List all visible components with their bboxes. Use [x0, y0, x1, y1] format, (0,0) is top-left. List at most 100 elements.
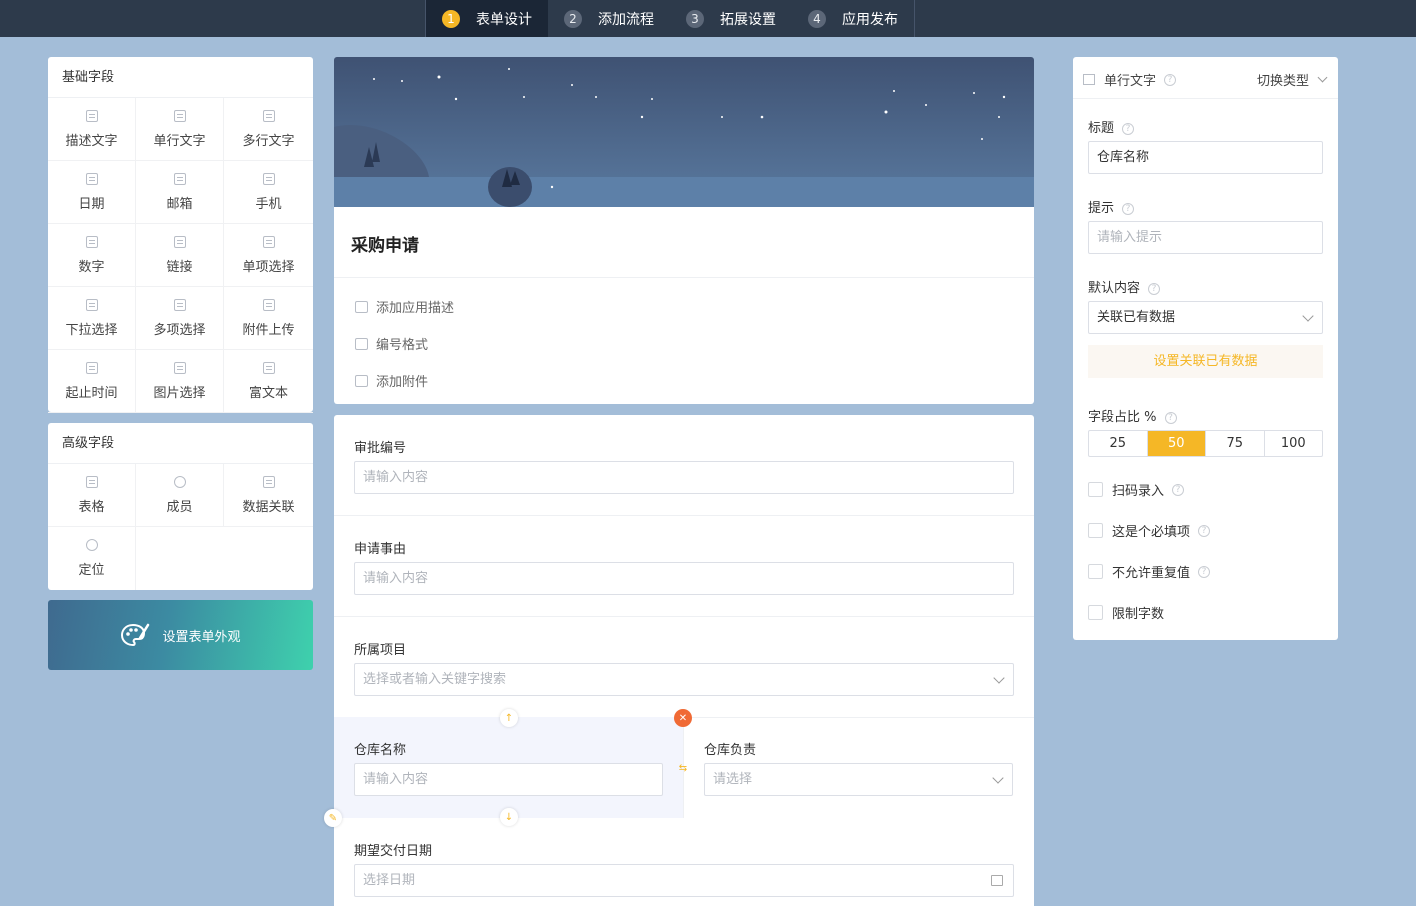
help-icon[interactable]: ?	[1164, 73, 1177, 86]
field-location[interactable]: 定位	[48, 527, 136, 590]
help-icon[interactable]: ?	[1172, 483, 1185, 496]
property-panel: 单行文字 ? 切换类型 标题? 仓库名称 提示? 请输入提示 默认内容? 关联已…	[1073, 57, 1338, 640]
no-duplicate-checkbox[interactable]: 不允许重复值?	[1088, 562, 1211, 581]
step-nav: 1 表单设计 2 添加流程 3 拓展设置 4 应用发布	[425, 0, 915, 37]
field-link[interactable]: 链接	[136, 224, 224, 287]
add-description-link[interactable]: 添加应用描述	[355, 297, 454, 316]
field-phone[interactable]: 手机	[224, 161, 313, 224]
chevron-down-icon	[1302, 310, 1314, 322]
required-checkbox[interactable]: 这是个必填项?	[1088, 521, 1211, 540]
ratio-option[interactable]: 75	[1206, 431, 1265, 456]
property-header: 单行文字 ? 切换类型	[1073, 57, 1338, 99]
field-date[interactable]: 日期	[48, 161, 136, 224]
field-member[interactable]: 成员	[136, 464, 224, 527]
field-multi-choice[interactable]: 多项选择	[136, 287, 224, 350]
checkbox-label: 不允许重复值	[1112, 566, 1191, 581]
field-type-label: 单行文字	[1104, 74, 1157, 89]
form-field-project[interactable]: 所属项目 选择或者输入关键字搜索	[334, 617, 1034, 718]
link-icon	[173, 235, 186, 248]
phone-icon	[262, 172, 275, 185]
step-form-design[interactable]: 1 表单设计	[426, 0, 548, 37]
calendar-icon	[991, 875, 1003, 886]
default-select[interactable]: 关联已有数据	[1088, 301, 1323, 334]
edit-icon[interactable]: ✎	[324, 809, 342, 827]
help-icon[interactable]: ?	[1164, 411, 1177, 424]
checkbox-label: 限制字数	[1112, 607, 1165, 622]
scan-input-checkbox[interactable]: 扫码录入?	[1088, 480, 1185, 499]
field-data-relation[interactable]: 数据关联	[224, 464, 313, 527]
form-title[interactable]: 采购申请	[351, 231, 419, 256]
hint-input[interactable]: 请输入提示	[1088, 221, 1323, 254]
checkbox-label: 这是个必填项	[1112, 525, 1191, 540]
number-format-link[interactable]: 编号格式	[355, 334, 428, 353]
field-date-range[interactable]: 起止时间	[48, 350, 136, 413]
help-icon[interactable]: ?	[1198, 565, 1211, 578]
step-number: 3	[686, 9, 704, 28]
field-image-select[interactable]: 图片选择	[136, 350, 224, 413]
checkbox[interactable]	[1088, 564, 1103, 579]
switch-type-button[interactable]: 切换类型	[1257, 70, 1328, 89]
form-body: 审批编号 请输入内容 申请事由 请输入内容 所属项目 选择或者输入关键字搜索 仓…	[324, 415, 1034, 906]
form-field-warehouse-name[interactable]: 仓库名称 请输入内容	[334, 717, 683, 818]
limit-chars-checkbox[interactable]: 限制字数	[1088, 603, 1164, 622]
checkbox[interactable]	[1088, 523, 1103, 538]
field-single-choice[interactable]: 单项选择	[224, 224, 313, 287]
field-label: 定位	[78, 563, 105, 578]
ratio-option-selected[interactable]: 50	[1147, 431, 1206, 456]
link-label: 编号格式	[376, 338, 429, 353]
field-label: 仓库负责	[704, 743, 757, 758]
delivery-date-picker[interactable]: 选择日期	[354, 864, 1014, 897]
help-icon[interactable]: ?	[1122, 122, 1135, 135]
field-attachment[interactable]: 附件上传	[224, 287, 313, 350]
form-field-delivery-date[interactable]: 期望交付日期 选择日期	[334, 818, 1034, 906]
chevron-down-icon	[992, 772, 1004, 784]
help-icon[interactable]: ?	[1122, 202, 1135, 215]
field-label: 表格	[78, 499, 105, 515]
select-placeholder: 请选择	[713, 772, 753, 787]
chevron-down-icon	[993, 672, 1005, 684]
comment-icon	[355, 300, 368, 313]
set-appearance-button[interactable]: 设置表单外观	[48, 600, 313, 670]
move-up-icon[interactable]: ↑	[500, 709, 518, 727]
step-add-flow[interactable]: 2 添加流程	[548, 0, 670, 37]
help-icon[interactable]: ?	[1148, 282, 1161, 295]
title-input[interactable]: 仓库名称	[1088, 141, 1323, 174]
field-single-line[interactable]: 单行文字	[136, 98, 224, 161]
add-attachment-link[interactable]: 添加附件	[355, 371, 428, 390]
form-field-reason[interactable]: 申请事由 请输入内容	[334, 516, 1034, 617]
ratio-option[interactable]: 100	[1265, 431, 1323, 456]
delete-icon[interactable]: ✕	[674, 709, 692, 727]
help-icon[interactable]: ?	[1198, 524, 1211, 537]
field-label: 仓库名称	[354, 743, 407, 758]
ratio-option[interactable]: 25	[1089, 431, 1148, 456]
form-field-warehouse-owner[interactable]: 仓库负责 请选择	[683, 717, 1034, 818]
field-table[interactable]: 表格	[48, 464, 136, 527]
field-description-text[interactable]: 描述文字	[48, 98, 136, 161]
field-email[interactable]: 邮箱	[136, 161, 224, 224]
checkbox[interactable]	[1088, 605, 1103, 620]
field-rich-text[interactable]: 富文本	[224, 350, 313, 413]
clock-icon	[85, 361, 98, 374]
warehouse-owner-select[interactable]: 请选择	[704, 763, 1013, 796]
night-sky-illustration	[334, 57, 1034, 207]
step-label: 应用发布	[842, 11, 898, 28]
empty-cell	[136, 527, 224, 590]
field-label: 手机	[255, 196, 282, 212]
swap-icon[interactable]: ⇆	[674, 759, 692, 777]
field-label: 成员	[166, 499, 193, 515]
warehouse-name-input[interactable]: 请输入内容	[354, 763, 663, 796]
project-select[interactable]: 选择或者输入关键字搜索	[354, 663, 1014, 696]
form-field-approval-number[interactable]: 审批编号 请输入内容	[334, 415, 1034, 516]
field-multi-line[interactable]: 多行文字	[224, 98, 313, 161]
checkbox[interactable]	[1088, 482, 1103, 497]
approval-number-input[interactable]: 请输入内容	[354, 461, 1014, 494]
reason-input[interactable]: 请输入内容	[354, 562, 1014, 595]
field-number[interactable]: 数字	[48, 224, 136, 287]
field-dropdown[interactable]: 下拉选择	[48, 287, 136, 350]
step-publish[interactable]: 4 应用发布	[792, 0, 914, 37]
move-down-icon[interactable]: ↓	[500, 808, 518, 826]
step-extend-settings[interactable]: 3 拓展设置	[670, 0, 792, 37]
calendar-icon	[85, 172, 98, 185]
dropdown-icon	[85, 298, 98, 311]
set-related-data-button[interactable]: 设置关联已有数据	[1088, 345, 1323, 378]
